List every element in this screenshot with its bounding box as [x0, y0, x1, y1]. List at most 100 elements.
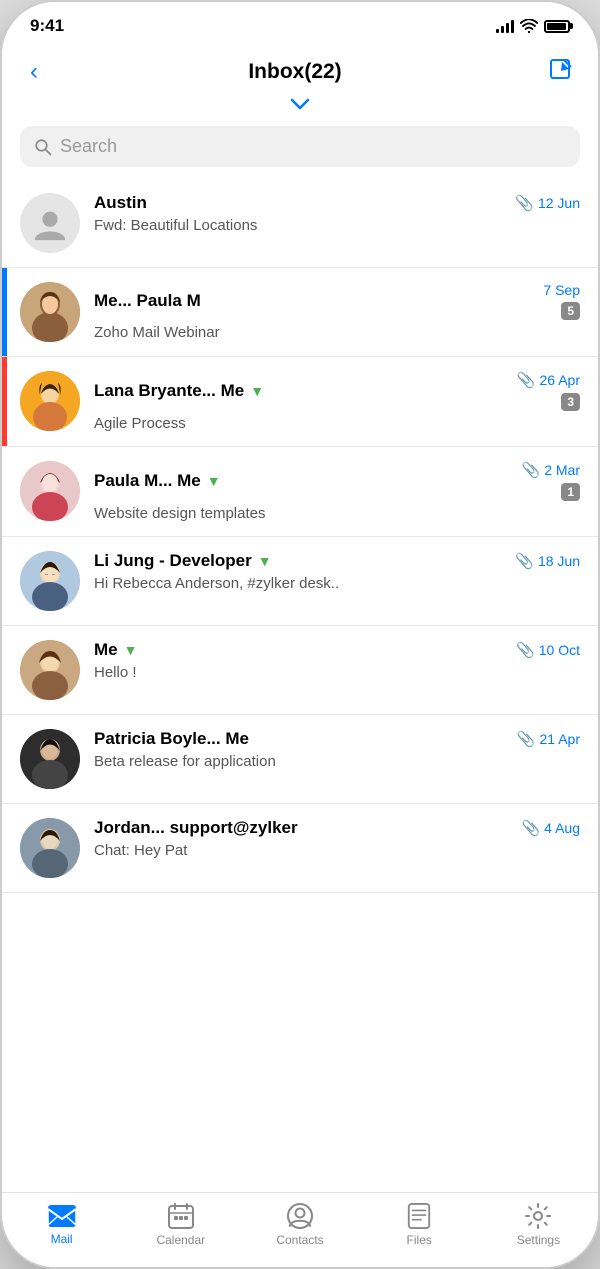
email-date: 18 Jun — [538, 553, 580, 569]
contacts-nav-icon — [287, 1203, 313, 1229]
compose-button[interactable] — [548, 57, 574, 88]
sender-name: Li Jung - Developer ▼ — [94, 551, 507, 571]
me-avatar — [20, 640, 80, 700]
email-content: Patricia Boyle... Me 📎 21 Apr Beta relea… — [94, 729, 580, 770]
nav-item-mail[interactable]: Mail — [2, 1204, 121, 1246]
avatar — [20, 818, 80, 878]
attachment-icon: 📎 — [515, 194, 534, 212]
nav-item-files[interactable]: Files — [360, 1203, 479, 1247]
sender-name: Lana Bryante... Me ▼ — [94, 381, 509, 401]
sender-name: Patricia Boyle... Me — [94, 729, 509, 749]
date-area: 📎 21 Apr — [517, 730, 580, 748]
sender-name: Austin — [94, 193, 507, 213]
email-date: 21 Apr — [540, 731, 580, 747]
search-placeholder: Search — [60, 136, 117, 157]
unread-indicator — [2, 268, 7, 356]
phone-frame: 9:41 ‹ Inbox(22) — [0, 0, 600, 1269]
search-icon — [34, 138, 52, 156]
default-avatar-icon — [31, 204, 69, 242]
header: ‹ Inbox(22) — [2, 44, 598, 94]
inbox-title: Inbox(22) — [248, 60, 341, 84]
email-subject: Hi Rebecca Anderson, #zylker desk.. — [94, 575, 580, 592]
date-area: 📎 10 Oct — [516, 641, 580, 659]
email-item[interactable]: Jordan... support@zylker 📎 4 Aug Chat: H… — [2, 804, 598, 893]
status-icons — [496, 19, 570, 33]
signal-bars-icon — [496, 19, 514, 33]
paula2-avatar — [20, 461, 80, 521]
email-content: Me ▼ 📎 10 Oct Hello ! — [94, 640, 580, 681]
email-subject: Chat: Hey Pat — [94, 842, 580, 859]
email-item[interactable]: Paula M... Me ▼ 📎 2 Mar 1 Website design… — [2, 447, 598, 537]
avatar — [20, 193, 80, 253]
avatar — [20, 371, 80, 431]
avatar — [20, 551, 80, 611]
email-item[interactable]: Me... Paula M 7 Sep 5 Zoho Mail Webinar — [2, 268, 598, 357]
email-item[interactable]: Lana Bryante... Me ▼ 📎 26 Apr 3 Agile Pr… — [2, 357, 598, 447]
dropdown-arrow[interactable] — [2, 94, 598, 118]
search-bar-wrapper: Search — [2, 118, 598, 179]
nav-item-calendar[interactable]: Calendar — [121, 1203, 240, 1247]
mail-nav-icon — [47, 1204, 77, 1228]
search-bar[interactable]: Search — [20, 126, 580, 167]
email-subject: Zoho Mail Webinar — [94, 324, 580, 341]
attachment-icon: 📎 — [522, 461, 541, 479]
email-item[interactable]: Patricia Boyle... Me 📎 21 Apr Beta relea… — [2, 715, 598, 804]
email-item[interactable]: Li Jung - Developer ▼ 📎 18 Jun Hi Rebecc… — [2, 537, 598, 626]
thread-count: 1 — [561, 483, 580, 501]
thread-count: 3 — [561, 393, 580, 411]
nav-label-files: Files — [407, 1233, 432, 1247]
attachment-icon: 📎 — [515, 552, 534, 570]
chevron-down-icon — [290, 98, 310, 110]
email-item[interactable]: Me ▼ 📎 10 Oct Hello ! — [2, 626, 598, 715]
email-content: Lana Bryante... Me ▼ 📎 26 Apr 3 Agile Pr… — [94, 371, 580, 432]
email-date: 10 Oct — [539, 642, 580, 658]
nav-label-calendar: Calendar — [156, 1233, 205, 1247]
date-area: 📎 26 Apr 3 — [517, 371, 580, 411]
avatar — [20, 640, 80, 700]
nav-item-contacts[interactable]: Contacts — [240, 1203, 359, 1247]
email-item[interactable]: Austin 📎 12 Jun Fwd: Beautiful Locations — [2, 179, 598, 268]
settings-nav-icon — [525, 1203, 551, 1229]
nav-label-mail: Mail — [51, 1232, 73, 1246]
email-content: Austin 📎 12 Jun Fwd: Beautiful Locations — [94, 193, 580, 234]
calendar-nav-icon — [168, 1203, 194, 1229]
email-date: 4 Aug — [544, 820, 580, 836]
attachment-icon: 📎 — [516, 641, 535, 659]
email-content: Me... Paula M 7 Sep 5 Zoho Mail Webinar — [94, 282, 580, 341]
email-content: Jordan... support@zylker 📎 4 Aug Chat: H… — [94, 818, 580, 859]
email-subject: Website design templates — [94, 505, 580, 522]
email-content: Paula M... Me ▼ 📎 2 Mar 1 Website design… — [94, 461, 580, 522]
date-area: 📎 4 Aug — [521, 819, 580, 837]
email-subject: Fwd: Beautiful Locations — [94, 217, 580, 234]
sender-name: Jordan... support@zylker — [94, 818, 513, 838]
wifi-icon — [520, 19, 538, 33]
status-bar: 9:41 — [2, 2, 598, 44]
flag-icon: ▼ — [250, 383, 264, 399]
email-date: 26 Apr — [540, 372, 580, 388]
flag-icon: ▼ — [124, 642, 138, 658]
email-date: 7 Sep — [543, 282, 580, 298]
files-nav-icon — [407, 1203, 431, 1229]
flagged-indicator — [2, 357, 7, 446]
battery-icon — [544, 20, 570, 33]
flag-icon: ▼ — [207, 473, 221, 489]
avatar — [20, 461, 80, 521]
compose-icon — [548, 57, 574, 83]
email-subject: Agile Process — [94, 415, 580, 432]
date-area: 7 Sep 5 — [543, 282, 580, 320]
back-button[interactable]: ‹ — [26, 54, 42, 90]
sender-name: Me ▼ — [94, 640, 508, 660]
patricia-avatar — [20, 729, 80, 789]
nav-label-contacts: Contacts — [276, 1233, 323, 1247]
date-area: 📎 12 Jun — [515, 194, 580, 212]
attachment-icon: 📎 — [521, 819, 540, 837]
email-content: Li Jung - Developer ▼ 📎 18 Jun Hi Rebecc… — [94, 551, 580, 592]
nav-item-settings[interactable]: Settings — [479, 1203, 598, 1247]
email-list: Austin 📎 12 Jun Fwd: Beautiful Locations — [2, 179, 598, 893]
avatar — [20, 729, 80, 789]
jordan-avatar — [20, 818, 80, 878]
status-time: 9:41 — [30, 16, 64, 36]
lana-avatar — [20, 371, 80, 431]
nav-label-settings: Settings — [517, 1233, 560, 1247]
avatar — [20, 282, 80, 342]
